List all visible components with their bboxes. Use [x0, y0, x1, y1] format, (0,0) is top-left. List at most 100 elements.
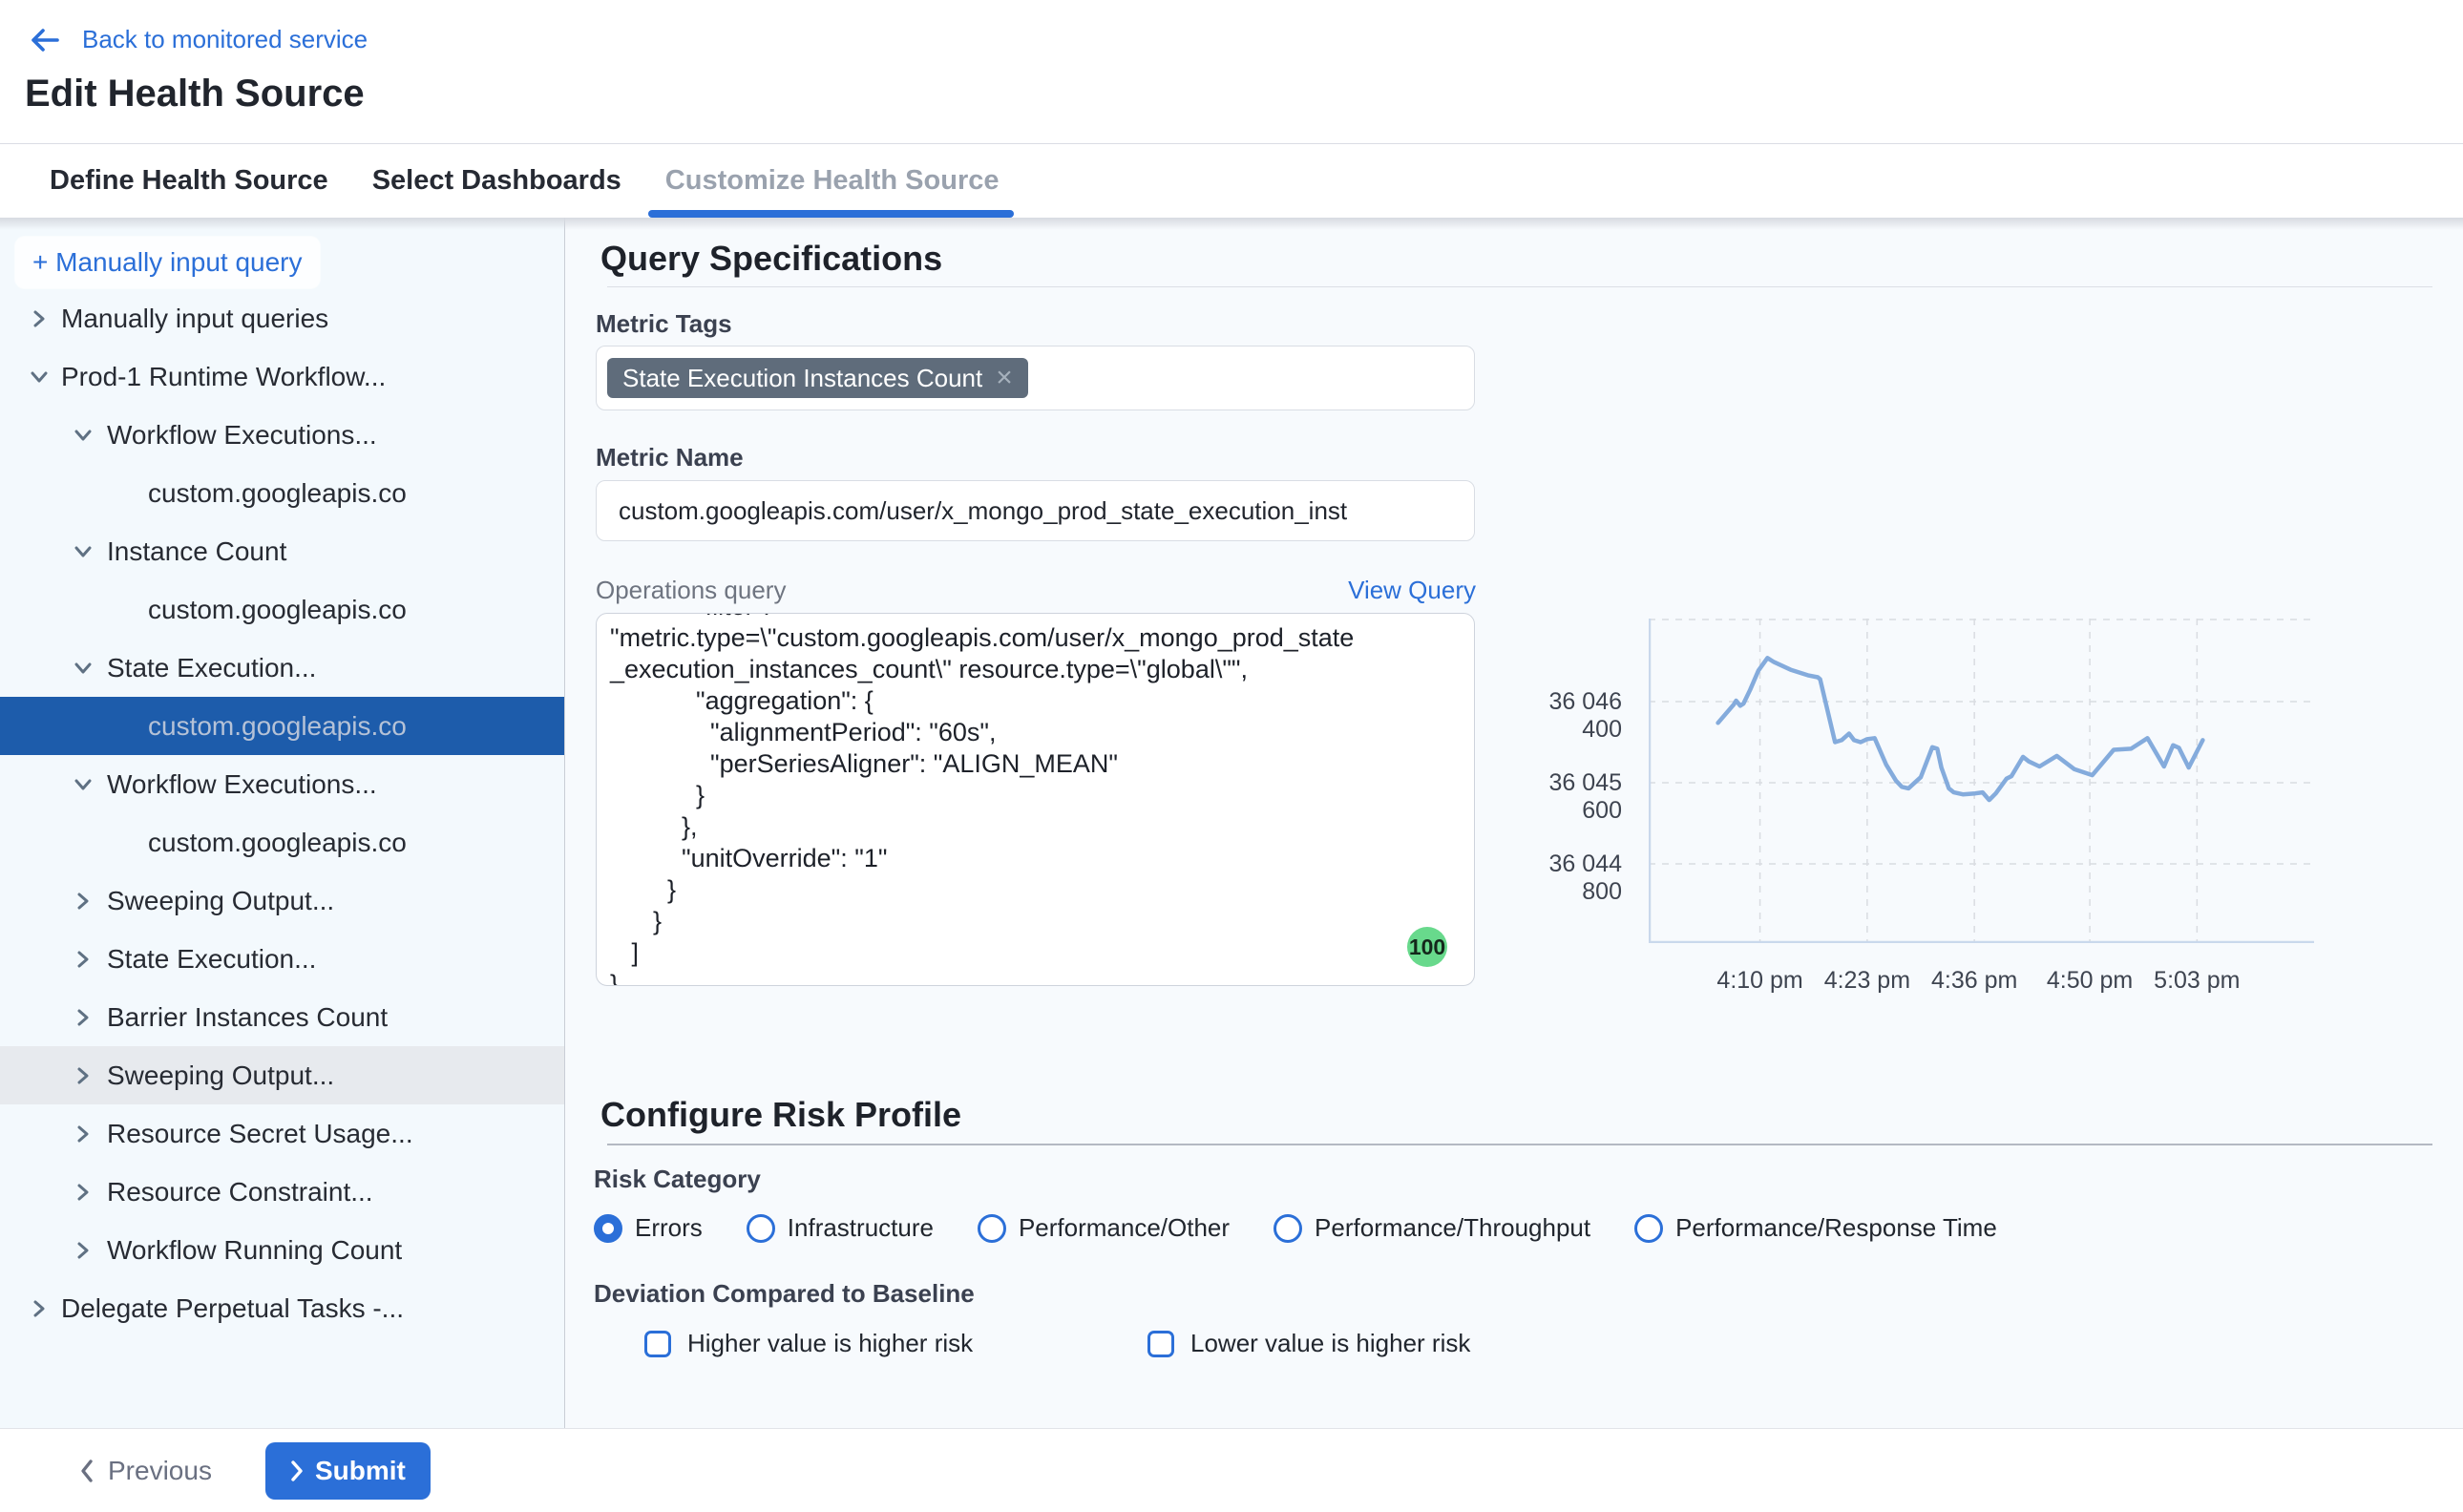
query-line: "alignmentPeriod": "60s", [610, 717, 1461, 748]
tree-item-label: custom.googleapis.co [148, 478, 407, 509]
y-axis-label: 36 044 800 [1504, 850, 1622, 906]
tree-item-label: custom.googleapis.co [148, 595, 407, 625]
tree-item-manually-input-queries[interactable]: Manually input queries [0, 289, 564, 347]
deviation-option-higher-value-is-higher-risk[interactable]: Higher value is higher risk [644, 1329, 973, 1358]
radio-icon[interactable] [1634, 1214, 1663, 1243]
tree-item-barrier-instances-count[interactable]: Barrier Instances Count [0, 988, 564, 1046]
x-axis-label: 4:23 pm [1810, 967, 1925, 995]
query-line: ] [610, 937, 1461, 969]
tree-item-label: Workflow Executions... [107, 420, 377, 451]
tree-item-delegate-perpetual-tasks[interactable]: Delegate Perpetual Tasks -... [0, 1279, 564, 1337]
radio-icon[interactable] [978, 1214, 1006, 1243]
tree-item-label: Workflow Executions... [107, 769, 377, 800]
checkbox-icon[interactable] [1147, 1331, 1174, 1357]
query-clipped-line: "filter": [610, 614, 1461, 622]
chevron-down-icon [73, 774, 94, 795]
chevron-right-icon [29, 1298, 50, 1319]
submit-button[interactable]: Submit [265, 1442, 431, 1500]
risk-option-errors[interactable]: Errors [594, 1213, 703, 1243]
tree-item-state-execution[interactable]: State Execution... [0, 639, 564, 697]
operations-query-editor[interactable]: "filter":"metric.type=\"custom.googleapi… [596, 613, 1475, 986]
tree-item-custom-googleapis-co[interactable]: custom.googleapis.co [0, 580, 564, 639]
query-line: } [610, 874, 1461, 906]
chevron-down-icon [29, 367, 50, 388]
main-panel: Query Specifications Metric Tags State E… [565, 218, 2463, 1428]
deviation-option-label: Lower value is higher risk [1190, 1329, 1470, 1358]
x-axis-label: 4:36 pm [1917, 967, 2031, 995]
tree-item-prod-1-runtime-workflow[interactable]: Prod-1 Runtime Workflow... [0, 347, 564, 406]
risk-category-radio-group: Errors Infrastructure Performance/Other Per… [594, 1213, 1997, 1243]
metric-name-input[interactable]: custom.googleapis.com/user/x_mongo_prod_… [596, 480, 1475, 541]
risk-category-label: Risk Category [594, 1165, 761, 1194]
query-line: }, [610, 811, 1461, 843]
y-axis-label: 36 045 600 [1504, 769, 1622, 825]
tree-item-resource-secret-usage[interactable]: Resource Secret Usage... [0, 1104, 564, 1163]
chevron-left-icon [79, 1459, 95, 1483]
radio-icon[interactable] [747, 1214, 775, 1243]
manually-input-query-button[interactable]: + Manually input query [15, 237, 320, 288]
tree-item-workflow-running-count[interactable]: Workflow Running Count [0, 1221, 564, 1279]
tree-item-label: State Execution... [107, 653, 316, 683]
tab-select-dashboards[interactable]: Select Dashboards [370, 144, 623, 218]
tree-item-label: Sweeping Output... [107, 886, 334, 916]
configure-risk-profile-title: Configure Risk Profile [600, 1095, 961, 1135]
manually-input-query-label: + Manually input query [32, 247, 303, 278]
radio-icon[interactable] [1274, 1214, 1302, 1243]
previous-button-label: Previous [108, 1456, 212, 1486]
tree-item-workflow-executions[interactable]: Workflow Executions... [0, 755, 564, 813]
back-to-monitored-service-link[interactable]: Back to monitored service [29, 25, 368, 54]
tree-item-workflow-executions[interactable]: Workflow Executions... [0, 406, 564, 464]
risk-option-label: Performance/Other [1019, 1213, 1230, 1243]
risk-option-infrastructure[interactable]: Infrastructure [747, 1213, 934, 1243]
content-area: + Manually input query Manually input qu… [0, 218, 2463, 1428]
tree-item-label: Resource Secret Usage... [107, 1119, 413, 1149]
tree-item-label: custom.googleapis.co [148, 828, 407, 858]
risk-option-label: Performance/Throughput [1315, 1213, 1590, 1243]
tree-item-custom-googleapis-co[interactable]: custom.googleapis.co [0, 813, 564, 872]
view-query-link[interactable]: View Query [1348, 576, 1476, 605]
risk-option-performance-response-time[interactable]: Performance/Response Time [1634, 1213, 1997, 1243]
query-line: } [610, 780, 1461, 811]
metric-tags-input[interactable]: State Execution Instances Count × [596, 346, 1475, 410]
chevron-down-icon [73, 541, 94, 562]
query-specifications-title: Query Specifications [600, 239, 942, 279]
tab-define-health-source[interactable]: Define Health Source [48, 144, 330, 218]
tree-item-instance-count[interactable]: Instance Count [0, 522, 564, 580]
tree-item-label: Delegate Perpetual Tasks -... [61, 1293, 404, 1324]
metric-tags-label: Metric Tags [596, 309, 732, 339]
tree-item-resource-constraint[interactable]: Resource Constraint... [0, 1163, 564, 1221]
tree-item-label: Barrier Instances Count [107, 1002, 388, 1033]
tree-item-label: Instance Count [107, 536, 286, 567]
chevron-down-icon [73, 425, 94, 446]
metric-chart-svg [1649, 619, 2314, 943]
remove-tag-icon[interactable]: × [996, 364, 1013, 392]
query-line: } [610, 969, 1461, 986]
risk-option-label: Performance/Response Time [1675, 1213, 1997, 1243]
tree-item-label: custom.googleapis.co [148, 711, 407, 742]
query-line: "filter": [610, 614, 1461, 622]
tree-item-sweeping-output[interactable]: Sweeping Output... [0, 1046, 564, 1104]
chevron-right-icon [73, 1007, 94, 1028]
tree-item-sweeping-output[interactable]: Sweeping Output... [0, 872, 564, 930]
tree-item-custom-googleapis-co[interactable]: custom.googleapis.co [0, 697, 564, 755]
deviation-option-lower-value-is-higher-risk[interactable]: Lower value is higher risk [1147, 1329, 1470, 1358]
x-axis-label: 5:03 pm [2139, 967, 2254, 995]
query-line: } [610, 906, 1461, 937]
tree-item-state-execution[interactable]: State Execution... [0, 930, 564, 988]
radio-selected-icon[interactable] [594, 1214, 622, 1243]
submit-button-label: Submit [315, 1456, 406, 1486]
chevron-right-icon [290, 1460, 304, 1482]
tree-item-custom-googleapis-co[interactable]: custom.googleapis.co [0, 464, 564, 522]
tab-customize-health-source[interactable]: Customize Health Source [663, 144, 1001, 218]
metric-tag-chip: State Execution Instances Count × [607, 358, 1028, 398]
checkbox-icon[interactable] [644, 1331, 671, 1357]
query-line: _execution_instances_count\" resource.ty… [610, 654, 1461, 685]
previous-button[interactable]: Previous [79, 1456, 212, 1486]
risk-option-performance-other[interactable]: Performance/Other [978, 1213, 1230, 1243]
tree-item-label: Workflow Running Count [107, 1235, 402, 1266]
risk-option-performance-throughput[interactable]: Performance/Throughput [1274, 1213, 1590, 1243]
section-divider [607, 286, 2432, 287]
y-axis-label: 36 046 400 [1504, 688, 1622, 744]
metric-series-line [1718, 658, 2203, 800]
edit-health-source-page: Back to monitored service Edit Health So… [0, 0, 2463, 1512]
